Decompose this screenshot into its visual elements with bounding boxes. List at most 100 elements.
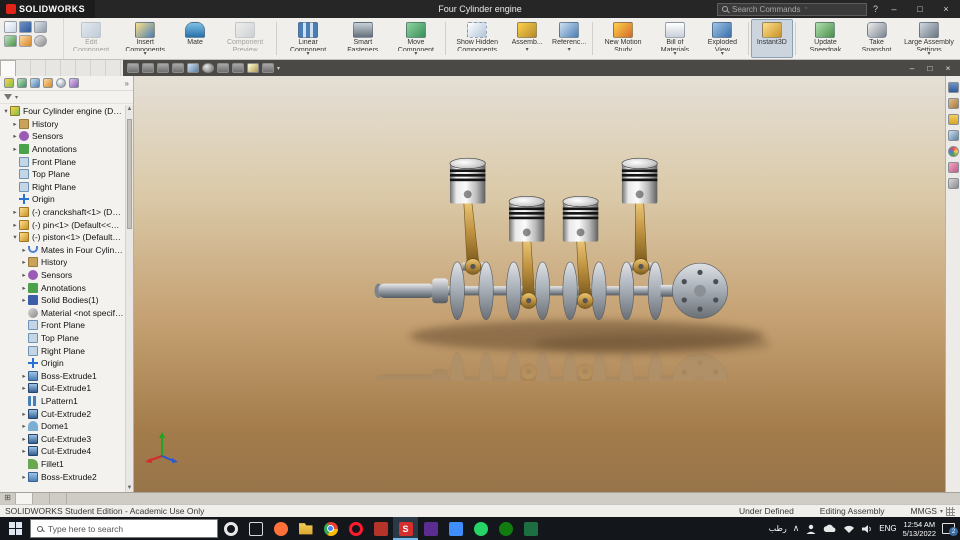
ribbon-button-exploded-view[interactable]: Exploded View ▾ <box>699 19 746 58</box>
tab-solidworks-cam[interactable] <box>106 60 121 76</box>
scrollbar-thumb[interactable] <box>127 119 132 229</box>
custom-properties-icon[interactable] <box>947 178 959 189</box>
new-document-icon[interactable] <box>4 21 17 33</box>
viewbar-caret-icon[interactable]: ▾ <box>277 65 280 72</box>
language-indicator[interactable]: ENG <box>879 524 896 533</box>
options-icon[interactable] <box>34 35 47 47</box>
taskbar-app-visual-studio[interactable] <box>418 517 443 540</box>
units-selector[interactable]: MMGS <box>911 506 937 516</box>
minimize-button[interactable]: – <box>884 4 904 14</box>
cam-feature-tab-icon[interactable] <box>69 78 79 88</box>
rebuild-icon[interactable] <box>19 35 32 47</box>
doc-restore-button[interactable]: □ <box>922 63 938 73</box>
tree-item[interactable]: ▸ Annotations <box>0 143 125 156</box>
taskbar-app-solidworks[interactable]: S <box>393 517 418 540</box>
ribbon-button-assembly-features[interactable]: Assemb... ▾ <box>506 19 548 58</box>
filter-funnel-icon[interactable] <box>4 94 12 100</box>
taskbar-app-cortana[interactable] <box>218 517 243 540</box>
filter-caret-icon[interactable]: ▾ <box>15 94 18 101</box>
tree-item[interactable]: Top Plane <box>0 168 125 181</box>
tree-item[interactable]: ▾ (-) piston<1> (Default<<D <box>0 231 125 244</box>
ribbon-button-move-component[interactable]: Move Component ▾ <box>389 19 444 58</box>
taskbar-app-task-view[interactable] <box>243 517 268 540</box>
taskbar-app-opera[interactable] <box>343 517 368 540</box>
notification-center-icon[interactable]: 2 <box>942 523 958 536</box>
people-icon[interactable] <box>805 523 817 535</box>
edit-appearance-icon[interactable] <box>232 63 244 73</box>
expand-arrow-icon[interactable]: ▸ <box>20 271 28 279</box>
expand-arrow-icon[interactable]: ▸ <box>20 447 28 455</box>
tree-item[interactable]: ▸ History <box>0 256 125 269</box>
tree-item[interactable]: ▸ (-) cranckshaft<1> (Defaul <box>0 206 125 219</box>
maximize-button[interactable]: □ <box>910 4 930 14</box>
tree-item[interactable]: ▸ (-) pin<1> (Default<<Defa <box>0 218 125 231</box>
apply-scene-icon[interactable] <box>247 63 259 73</box>
expand-arrow-icon[interactable]: ▸ <box>11 221 19 229</box>
configurationmanager-tab-icon[interactable] <box>30 78 40 88</box>
ribbon-button-update-speedpak[interactable]: Update Speedpak ▾ <box>798 19 853 58</box>
previous-view-icon[interactable] <box>157 63 169 73</box>
expand-arrow-icon[interactable]: ▸ <box>20 258 28 266</box>
undo-icon[interactable] <box>4 35 17 47</box>
design-library-icon[interactable] <box>947 98 959 109</box>
displaymanager-tab-icon[interactable] <box>56 78 66 88</box>
taskbar-search-input[interactable]: Type here to search <box>30 519 218 538</box>
taskbar-app-file-explorer[interactable] <box>293 517 318 540</box>
weather-label[interactable]: رطب <box>769 524 787 533</box>
resources-home-icon[interactable] <box>947 82 959 93</box>
bottom-tab-3d-views[interactable] <box>33 493 50 504</box>
tree-item[interactable]: ▸ Cut-Extrude1 <box>0 382 125 395</box>
ribbon-button-bill-of-materials[interactable]: Bill of Materials ▾ <box>651 19 699 58</box>
decals-icon[interactable] <box>947 162 959 173</box>
zoom-to-area-icon[interactable] <box>142 63 154 73</box>
viewport-splitter-icon[interactable]: ⊞ <box>0 493 16 504</box>
volume-icon[interactable] <box>861 524 873 534</box>
ribbon-button-linear-component-pattern[interactable]: Linear Component Pattern ▾ <box>279 19 337 58</box>
ribbon-button-component-preview-window[interactable]: Component Preview Window ▾ <box>216 19 274 58</box>
ribbon-button-instant3d[interactable]: Instant3D ▾ <box>750 19 793 58</box>
ribbon-button-mate[interactable]: Mate ▾ <box>174 19 216 58</box>
tab-layout[interactable] <box>16 60 31 76</box>
expand-arrow-icon[interactable]: ▸ <box>11 208 19 216</box>
expand-arrow-icon[interactable]: ▾ <box>11 233 19 241</box>
print-icon[interactable] <box>34 21 47 33</box>
ribbon-button-reference-geometry[interactable]: Referenc... ▾ <box>548 19 590 58</box>
expand-arrow-icon[interactable]: ▸ <box>11 120 19 128</box>
tree-item[interactable]: Right Plane <box>0 181 125 194</box>
expand-arrow-icon[interactable]: ▸ <box>20 410 28 418</box>
tree-toolbar-overflow-icon[interactable]: » <box>125 79 129 88</box>
expand-arrow-icon[interactable]: ▸ <box>11 145 19 153</box>
view-settings-icon[interactable] <box>262 63 274 73</box>
onedrive-cloud-icon[interactable] <box>823 524 837 534</box>
appearances-icon[interactable] <box>947 146 959 157</box>
tree-item[interactable]: ▸ History <box>0 118 125 131</box>
doc-minimize-button[interactable]: – <box>904 63 920 73</box>
save-icon[interactable] <box>19 21 32 33</box>
expand-arrow-icon[interactable]: ▸ <box>11 132 19 140</box>
tree-item[interactable]: ▸ Annotations <box>0 281 125 294</box>
view-palette-icon[interactable] <box>947 130 959 141</box>
bottom-tab-model[interactable] <box>16 493 33 504</box>
tree-item[interactable]: ▸ Cut-Extrude4 <box>0 445 125 458</box>
taskbar-app-xbox[interactable] <box>493 517 518 540</box>
tab-sketch[interactable] <box>31 60 46 76</box>
tree-item[interactable]: ▸ Sensors <box>0 130 125 143</box>
tree-item[interactable]: Top Plane <box>0 332 125 345</box>
hidden-icons-chevron-icon[interactable]: ∧ <box>793 523 800 534</box>
tree-item[interactable]: Origin <box>0 357 125 370</box>
command-search-input[interactable]: Search Commands ▾ <box>716 2 867 16</box>
scroll-up-icon[interactable]: ▲ <box>126 106 133 112</box>
expand-arrow-icon[interactable]: ▸ <box>20 435 28 443</box>
tree-scrollbar[interactable]: ▲ ▼ <box>125 105 133 492</box>
tree-item[interactable]: ▸ Solid Bodies(1) <box>0 294 125 307</box>
expand-arrow-icon[interactable]: ▸ <box>20 284 28 292</box>
featuremanager-tab-icon[interactable] <box>4 78 14 88</box>
view-orientation-icon[interactable] <box>187 63 199 73</box>
tree-item[interactable]: ▸ Mates in Four Cylinder eng <box>0 244 125 257</box>
tree-item[interactable]: Fillet1 <box>0 458 125 471</box>
doc-close-button[interactable]: × <box>940 63 956 73</box>
tab-solidworks-add-ins[interactable] <box>76 60 91 76</box>
tab-markup[interactable] <box>46 60 61 76</box>
tab-assembly[interactable] <box>0 60 16 76</box>
tree-item[interactable]: ▸ Boss-Extrude2 <box>0 470 125 483</box>
